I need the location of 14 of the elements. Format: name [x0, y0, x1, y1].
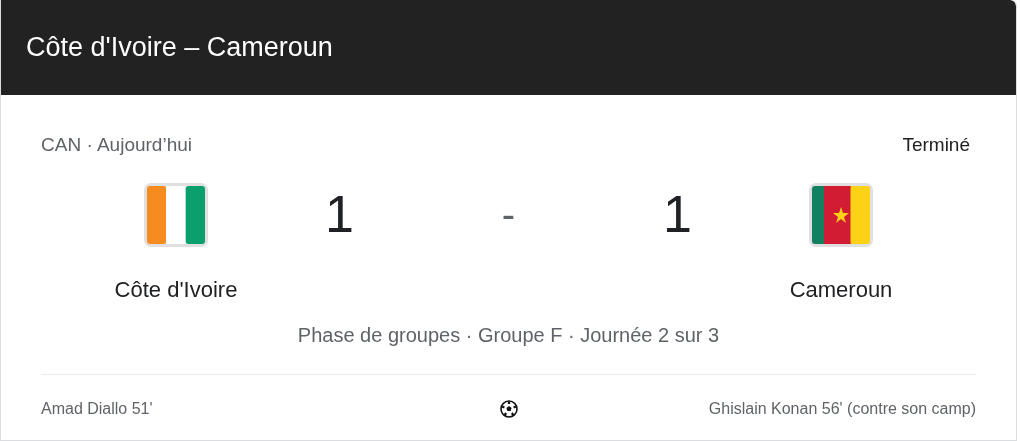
- stage-info: Phase de groupes · Groupe F · Journée 2 sur 3: [296, 322, 721, 348]
- flag-icon: [808, 181, 874, 248]
- score: 1: [663, 183, 692, 245]
- soccer-ball-icon: [499, 399, 518, 418]
- flag-icon: [143, 181, 209, 248]
- away-scorer: Ghislain Konan 56' (contre son camp): [708, 399, 976, 417]
- competition-date: CAN · Aujourd’hui: [41, 133, 193, 157]
- match-title: Côte d'Ivoire – Cameroun: [26, 31, 333, 65]
- team-name: Côte d'Ivoire: [114, 275, 238, 304]
- team-name: Cameroun: [789, 275, 893, 304]
- score-separator: -: [501, 190, 516, 238]
- score: 1: [325, 183, 354, 245]
- match-status: Terminé: [902, 133, 970, 157]
- home-scorer: Amad Diallo 51': [41, 399, 153, 417]
